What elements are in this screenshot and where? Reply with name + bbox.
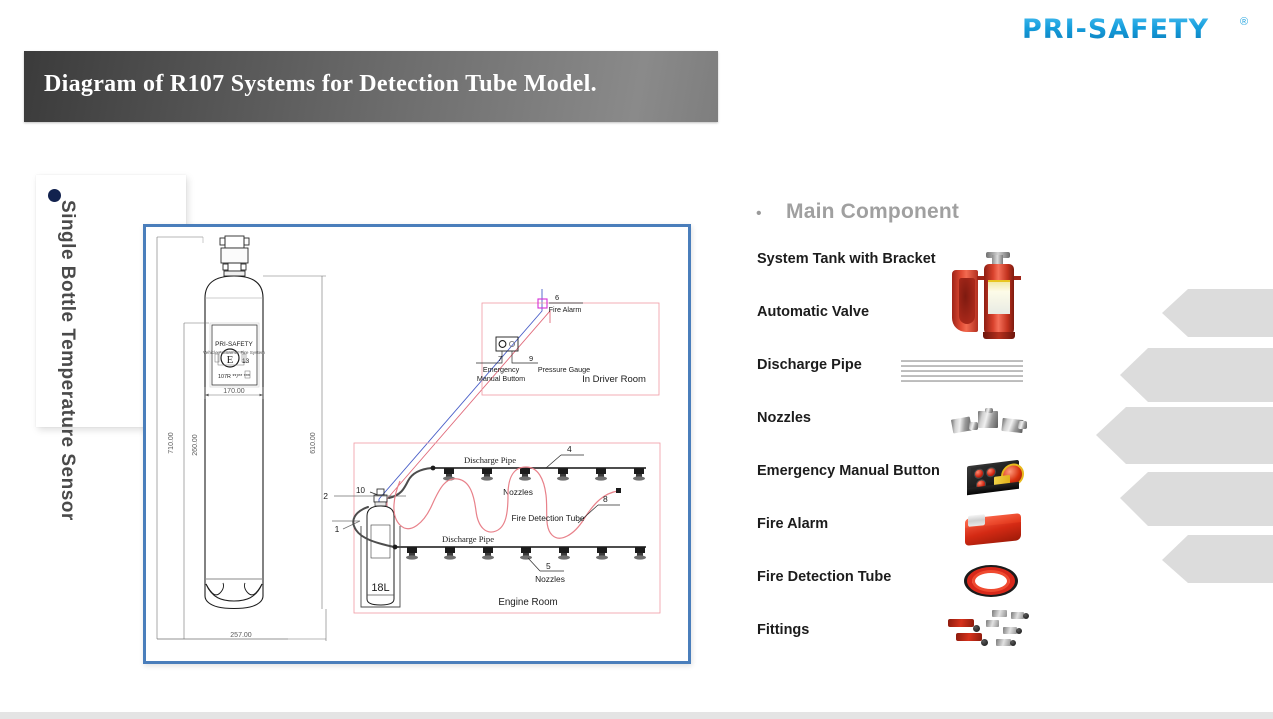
svg-text:Fire Detection Tube: Fire Detection Tube [511, 513, 584, 523]
svg-text:9: 9 [529, 354, 533, 363]
svg-text:8: 8 [603, 494, 608, 504]
bracket-part [952, 270, 978, 332]
slide-canvas: PRI-SAFETY ® Diagram of R107 Systems for… [0, 0, 1273, 719]
svg-text:257.00: 257.00 [230, 632, 252, 639]
brand-logo: PRI-SAFETY [1022, 14, 1210, 45]
svg-text:5: 5 [546, 561, 551, 571]
svg-text:260.00: 260.00 [192, 434, 199, 456]
main-component-heading: Main Component [786, 200, 960, 223]
svg-text:13: 13 [242, 358, 250, 365]
component-label-emergency-button: Emergency Manual Button [757, 463, 940, 479]
tank-label-part [988, 280, 1010, 314]
svg-text:170.00: 170.00 [223, 388, 245, 395]
registered-trademark-icon: ® [1240, 16, 1249, 28]
component-label-automatic-valve: Automatic Valve [757, 304, 870, 320]
svg-text:10: 10 [356, 486, 365, 495]
diagram-drawing: 710.00 260.00 610.00 170.00 257.00 PRI-S… [156, 235, 661, 641]
svg-text:6: 6 [555, 293, 559, 302]
fittings-image [948, 608, 1030, 650]
svg-text:4: 4 [567, 444, 572, 454]
page-title: Diagram of R107 Systems for Detection Tu… [44, 71, 597, 97]
component-label-fittings: Fittings [757, 622, 810, 638]
svg-text:Discharge Pipe: Discharge Pipe [442, 534, 494, 544]
tank-with-bracket-image [952, 252, 1022, 342]
tank-body-part [984, 264, 1014, 336]
fire-alarm-image [963, 513, 1025, 549]
detection-tube-image [960, 561, 1024, 603]
svg-text:Vehicle Autoamtic Fire System: Vehicle Autoamtic Fire System [203, 350, 265, 355]
svg-text:In Driver Room: In Driver Room [582, 374, 646, 385]
svg-text:7: 7 [498, 354, 502, 363]
technical-diagram: 710.00 260.00 610.00 170.00 257.00 PRI-S… [143, 224, 691, 664]
svg-text:107R **/** ***: 107R **/** *** [218, 374, 251, 380]
decorative-arrows [1090, 288, 1273, 605]
main-component-bullet-icon: • [756, 205, 762, 222]
emergency-button-image [963, 457, 1025, 497]
tank-fin-left [977, 276, 984, 280]
svg-text:PRI-SAFETY: PRI-SAFETY [215, 341, 253, 348]
component-label-nozzles: Nozzles [757, 410, 811, 426]
tank-base-part [983, 332, 1015, 339]
discharge-pipe-image [901, 358, 1023, 384]
side-note-label: Single Bottle Temperature Sensor [57, 200, 78, 521]
svg-text:18L: 18L [371, 582, 389, 594]
component-label-system-tank: System Tank with Bracket [757, 251, 936, 267]
svg-text:Manual Buttom: Manual Buttom [477, 374, 525, 383]
svg-text:2: 2 [323, 491, 328, 501]
svg-text:E: E [227, 354, 234, 366]
svg-text:610.00: 610.00 [310, 432, 317, 454]
svg-text:710.00: 710.00 [168, 432, 175, 454]
component-label-fire-alarm: Fire Alarm [757, 516, 829, 532]
component-label-detection-tube: Fire Detection Tube [757, 569, 892, 585]
svg-text:1: 1 [335, 524, 340, 534]
svg-text:Nozzles: Nozzles [535, 574, 565, 584]
tank-fin-right [1014, 276, 1021, 280]
side-note-text-wrap: Single Bottle Temperature Sensor [0, 196, 150, 521]
svg-text:Emergency: Emergency [483, 365, 520, 374]
svg-text:Pressure Gauge: Pressure Gauge [538, 365, 590, 374]
bottom-strip [0, 712, 1273, 719]
svg-text:Fire Alarm: Fire Alarm [549, 305, 582, 314]
nozzles-image [950, 408, 1028, 440]
component-label-discharge-pipe: Discharge Pipe [757, 357, 862, 373]
svg-text:Discharge Pipe: Discharge Pipe [464, 455, 516, 465]
svg-text:Engine Room: Engine Room [498, 597, 557, 608]
title-banner: Diagram of R107 Systems for Detection Tu… [24, 51, 718, 122]
